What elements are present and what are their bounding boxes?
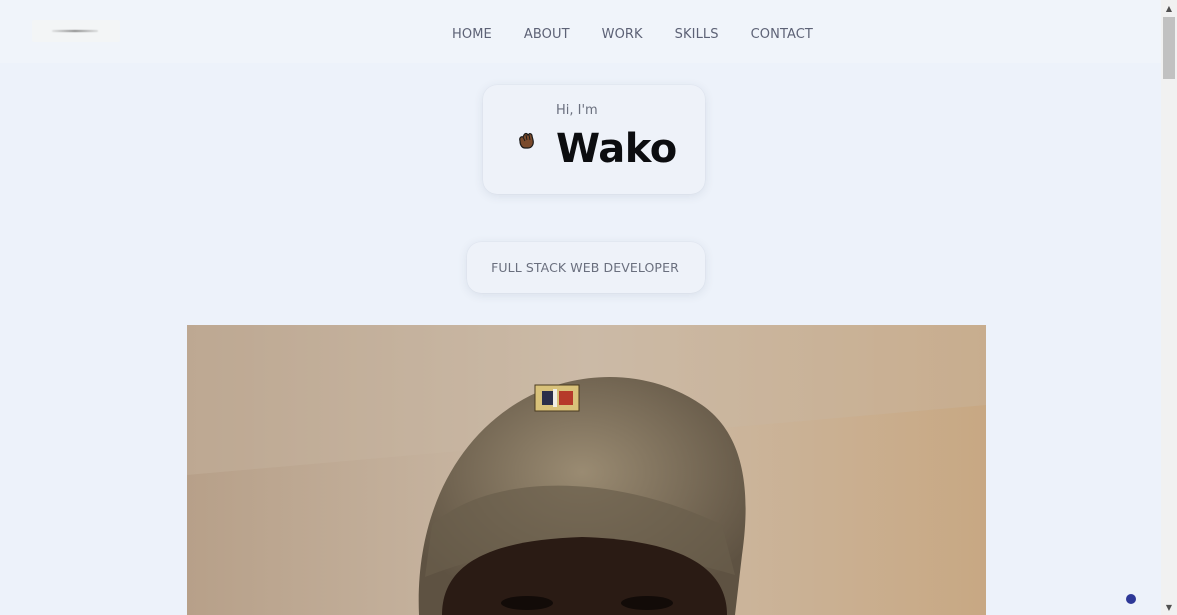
vertical-scrollbar[interactable]: ▲ ▼: [1161, 0, 1177, 615]
nav-contact-link[interactable]: CONTACT: [735, 26, 829, 44]
profile-photo: [187, 325, 986, 615]
chat-launcher-button[interactable]: [1126, 594, 1136, 604]
site-header: HOME ABOUT WORK SKILLS CONTACT: [0, 0, 1161, 63]
role-badge: FULL STACK WEB DEVELOPER: [467, 242, 705, 293]
scroll-thumb[interactable]: [1163, 17, 1175, 79]
nav-about-link[interactable]: ABOUT: [508, 26, 586, 44]
greeting-card: Hi, I'm Wako: [483, 85, 705, 194]
main-nav: HOME ABOUT WORK SKILLS CONTACT: [436, 26, 829, 44]
greeting-text: Hi, I'm: [556, 103, 598, 118]
scroll-up-arrow-icon[interactable]: ▲: [1161, 0, 1177, 16]
waving-hand-icon: [515, 130, 537, 152]
logo-mark: [52, 30, 98, 32]
nav-home-link[interactable]: HOME: [436, 26, 508, 44]
role-text: FULL STACK WEB DEVELOPER: [491, 260, 679, 275]
portfolio-page: HOME ABOUT WORK SKILLS CONTACT Hi, I'm W…: [0, 0, 1161, 615]
logo-image[interactable]: [32, 20, 120, 42]
scroll-down-arrow-icon[interactable]: ▼: [1161, 599, 1177, 615]
hero-name: Wako: [556, 126, 677, 172]
nav-skills-link[interactable]: SKILLS: [659, 26, 735, 44]
nav-work-link[interactable]: WORK: [586, 26, 659, 44]
